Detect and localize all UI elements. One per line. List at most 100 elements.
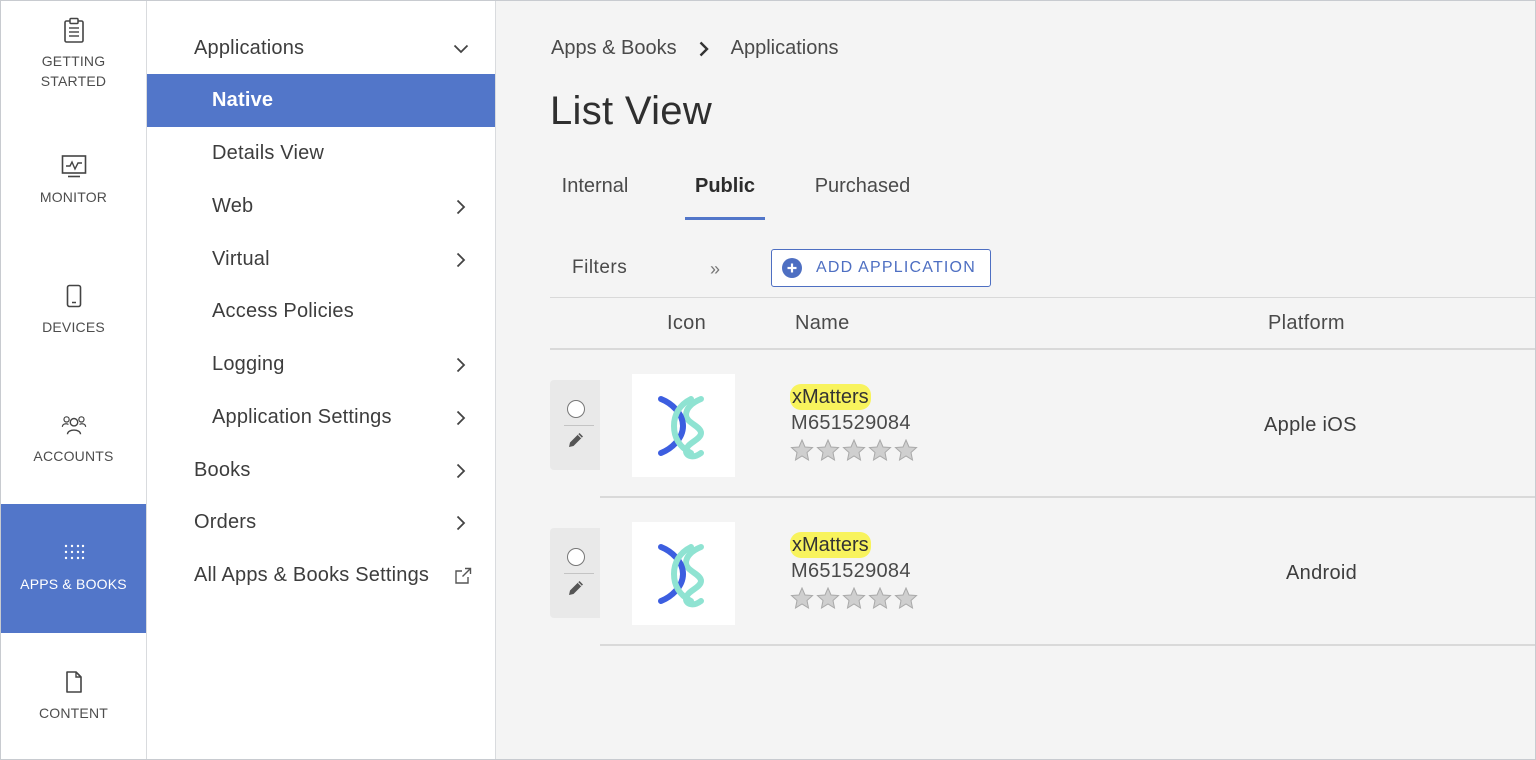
external-link-icon	[453, 549, 473, 602]
rail-label: APPS & BOOKS	[20, 576, 127, 592]
tab-internal[interactable]: Internal	[550, 161, 640, 221]
rail-label: MONITOR	[39, 189, 108, 205]
page-title: List View	[550, 89, 713, 133]
apps-grid-icon	[61, 538, 87, 568]
app-id: M651529084	[791, 412, 911, 434]
nav-item-books[interactable]: Books	[147, 444, 495, 497]
star-icon	[868, 439, 892, 461]
star-icon	[790, 439, 814, 461]
breadcrumb-current: Applications	[730, 37, 839, 59]
nav-item-orders[interactable]: Orders	[147, 496, 495, 549]
star-icon	[816, 439, 840, 461]
chevron-right-icon	[451, 233, 471, 286]
rail-item-monitor[interactable]: MONITOR	[1, 137, 146, 266]
rail-item-apps-books[interactable]: APPS & BOOKS	[1, 504, 146, 633]
chevron-right-icon	[451, 391, 471, 444]
app-id: M651529084	[791, 560, 911, 582]
nav-item-label: Native	[212, 89, 274, 111]
primary-rail: GETTING STARTED MONITOR DEVICES ACCOUNTS…	[1, 1, 147, 759]
nav-item-label: All Apps & Books Settings	[194, 564, 430, 586]
tab-public[interactable]: Public	[685, 161, 765, 221]
nav-item-label: Books	[194, 459, 251, 481]
pencil-icon[interactable]	[565, 577, 587, 599]
document-icon	[61, 667, 87, 697]
rail-label: DEVICES	[42, 319, 105, 335]
tab-purchased[interactable]: Purchased	[805, 161, 920, 221]
divider	[564, 573, 594, 574]
nav-item-virtual[interactable]: Virtual	[147, 233, 495, 286]
star-icon	[868, 587, 892, 609]
secondary-nav: Applications Native Details View Web Vir…	[147, 1, 496, 759]
app-name-link[interactable]: xMatters	[790, 532, 871, 558]
breadcrumb: Apps & Books Applications	[551, 37, 838, 60]
nav-item-label: Application Settings	[212, 406, 392, 428]
nav-item-web[interactable]: Web	[147, 180, 495, 233]
rail-label: GETTING STARTED	[40, 53, 107, 89]
table-row[interactable]: xMatters M651529084 Apple iOS	[550, 350, 1535, 498]
nav-item-all-apps-books-settings[interactable]: All Apps & Books Settings	[147, 549, 495, 602]
nav-item-access-policies[interactable]: Access Policies	[147, 285, 495, 338]
rail-label: CONTENT	[38, 705, 109, 721]
app-logo-xmatters	[632, 522, 735, 625]
row-actions	[550, 528, 600, 618]
nav-item-label: Applications	[194, 37, 305, 59]
column-header-name[interactable]: Name	[795, 312, 850, 335]
pencil-icon[interactable]	[565, 429, 587, 451]
platform-cell: Android	[1286, 562, 1358, 584]
row-select-radio[interactable]	[567, 400, 585, 418]
nav-item-details-view[interactable]: Details View	[147, 127, 495, 180]
app-logo-xmatters	[632, 374, 735, 477]
add-application-button[interactable]: ADD APPLICATION	[771, 249, 991, 287]
app-name-link[interactable]: xMatters	[790, 384, 871, 410]
row-select-radio[interactable]	[567, 548, 585, 566]
plus-circle-icon	[782, 258, 802, 278]
app-window: GETTING STARTED MONITOR DEVICES ACCOUNTS…	[0, 0, 1536, 760]
star-icon	[894, 439, 918, 461]
nav-item-applications[interactable]: Applications	[147, 22, 495, 75]
nav-item-logging[interactable]: Logging	[147, 338, 495, 391]
chevron-right-icon	[699, 41, 709, 57]
nav-item-native[interactable]: Native	[147, 74, 495, 127]
platform-cell: Apple iOS	[1264, 414, 1357, 436]
table-header: Icon Name Platform	[550, 297, 1535, 350]
rail-item-getting-started[interactable]: GETTING STARTED	[1, 1, 146, 130]
divider	[564, 425, 594, 426]
star-icon	[816, 587, 840, 609]
list-toolbar: Filters » ADD APPLICATION	[550, 247, 1535, 297]
rating-stars	[790, 587, 918, 609]
nav-item-label: Virtual	[212, 248, 270, 270]
breadcrumb-parent[interactable]: Apps & Books	[551, 37, 677, 60]
filters-button[interactable]: Filters	[572, 257, 627, 279]
rating-stars	[790, 439, 918, 461]
star-icon	[790, 587, 814, 609]
star-icon	[842, 439, 866, 461]
monitor-icon	[61, 151, 87, 181]
clipboard-icon	[61, 15, 87, 45]
chevron-right-icon	[451, 496, 471, 549]
rail-label: ACCOUNTS	[33, 448, 114, 464]
star-icon	[894, 587, 918, 609]
rail-item-content[interactable]: CONTENT	[1, 653, 146, 759]
column-header-platform[interactable]: Platform	[1268, 312, 1345, 335]
rail-item-devices[interactable]: DEVICES	[1, 267, 146, 396]
main-content: Apps & Books Applications List View Inte…	[496, 1, 1535, 759]
row-actions	[550, 380, 600, 470]
star-icon	[842, 587, 866, 609]
phone-icon	[61, 281, 87, 311]
nav-item-label: Orders	[194, 511, 257, 533]
nav-item-label: Access Policies	[212, 300, 354, 322]
nav-item-label: Web	[212, 195, 254, 217]
column-header-icon[interactable]: Icon	[667, 312, 706, 335]
chevron-right-icon	[451, 180, 471, 233]
add-application-label: ADD APPLICATION	[816, 259, 976, 276]
chevron-right-icon	[451, 444, 471, 497]
nav-item-application-settings[interactable]: Application Settings	[147, 391, 495, 444]
row-divider	[600, 644, 1535, 646]
chevron-down-icon	[451, 22, 471, 75]
nav-item-label: Logging	[212, 353, 285, 375]
people-icon	[61, 410, 87, 440]
table-row[interactable]: xMatters M651529084 Android	[550, 498, 1535, 646]
chevron-right-icon	[451, 338, 471, 391]
expand-filters-icon[interactable]: »	[710, 259, 720, 280]
nav-item-label: Details View	[212, 142, 325, 164]
